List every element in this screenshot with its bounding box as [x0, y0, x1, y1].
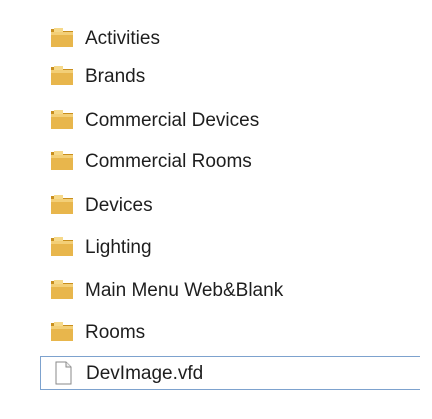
folder-label: Devices	[85, 194, 153, 216]
folder-icon	[48, 26, 76, 50]
folder-item-activities[interactable]: Activities	[40, 21, 420, 55]
file-list: Activities Brands Commercial Devices Com…	[0, 0, 432, 419]
folder-label: Lighting	[85, 236, 152, 258]
folder-label: Commercial Rooms	[85, 150, 252, 172]
folder-icon	[48, 320, 76, 344]
folder-label: Main Menu Web&Blank	[85, 279, 284, 301]
folder-item-lighting[interactable]: Lighting	[40, 230, 420, 264]
folder-item-devices[interactable]: Devices	[40, 188, 420, 222]
folder-label: Rooms	[85, 321, 146, 343]
folder-item-main-menu-web-blank[interactable]: Main Menu Web&Blank	[40, 273, 420, 307]
folder-icon	[48, 193, 76, 217]
folder-icon	[48, 235, 76, 259]
folder-item-brands[interactable]: Brands	[40, 59, 420, 93]
file-label: DevImage.vfd	[86, 362, 204, 384]
folder-icon	[48, 108, 76, 132]
folder-icon	[48, 149, 76, 173]
folder-item-commercial-rooms[interactable]: Commercial Rooms	[40, 144, 420, 178]
folder-icon	[48, 278, 76, 302]
folder-item-commercial-devices[interactable]: Commercial Devices	[40, 103, 420, 137]
document-icon	[49, 361, 77, 385]
file-item-devimage[interactable]: DevImage.vfd	[40, 356, 420, 390]
folder-icon	[48, 64, 76, 88]
folder-label: Brands	[85, 65, 146, 87]
folder-label: Activities	[85, 27, 160, 49]
folder-item-rooms[interactable]: Rooms	[40, 315, 420, 349]
folder-label: Commercial Devices	[85, 109, 260, 131]
